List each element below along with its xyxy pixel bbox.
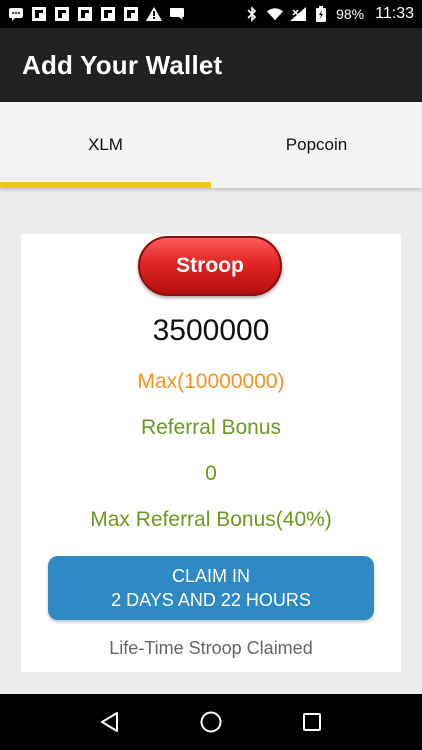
page-title: Add Your Wallet: [22, 49, 223, 80]
tab-popcoin[interactable]: Popcoin: [211, 102, 422, 188]
tab-label: XLM: [88, 135, 123, 154]
app-bar: Add Your Wallet: [0, 28, 422, 102]
referral-bonus-value: 0: [205, 462, 217, 485]
claim-button-line2: 2 DAYS AND 22 HOURS: [111, 590, 311, 610]
chat-icon: [169, 6, 185, 22]
claim-button-line1: CLAIM IN: [171, 566, 250, 586]
flipboard-icon: [31, 6, 47, 22]
max-amount-label: Max(10000000): [137, 370, 285, 393]
claimed-amount: 3500000: [152, 314, 270, 347]
flipboard-icon: [123, 6, 139, 22]
referral-bonus-label: Referral Bonus: [140, 416, 282, 439]
message-icon: [8, 6, 24, 22]
tab-label: Popcoin: [285, 135, 348, 154]
lifetime-claimed-label: Life-Time Stroop Claimed: [109, 638, 313, 658]
battery-percent: 98%: [336, 6, 365, 22]
battery-icon: [313, 6, 329, 22]
tab-xlm[interactable]: XLM: [0, 102, 211, 188]
flipboard-icon: [77, 6, 93, 22]
home-icon[interactable]: [193, 704, 229, 740]
recents-icon[interactable]: [294, 704, 330, 740]
back-icon[interactable]: [92, 704, 128, 740]
tab-bar: XLM Popcoin: [0, 102, 422, 188]
claim-button[interactable]: CLAIM IN 2 DAYS AND 22 HOURS: [48, 556, 374, 620]
bluetooth-icon: [244, 6, 260, 22]
alert-icon: [146, 6, 162, 22]
flipboard-icon: [100, 6, 116, 22]
signal-icon: [290, 6, 307, 22]
status-bar: 98% 11:33: [0, 0, 422, 28]
navigation-bar: [0, 694, 422, 750]
stroop-button[interactable]: Stroop: [138, 236, 282, 296]
flipboard-icon: [54, 6, 70, 22]
tab-selected-indicator: [0, 182, 211, 188]
clock-time: 11:33: [375, 5, 414, 22]
wifi-icon: [267, 6, 284, 22]
wallet-card: Stroop 3500000 Max(10000000) Referral Bo…: [21, 234, 401, 672]
max-referral-bonus-label: Max Referral Bonus(40%): [90, 508, 332, 531]
